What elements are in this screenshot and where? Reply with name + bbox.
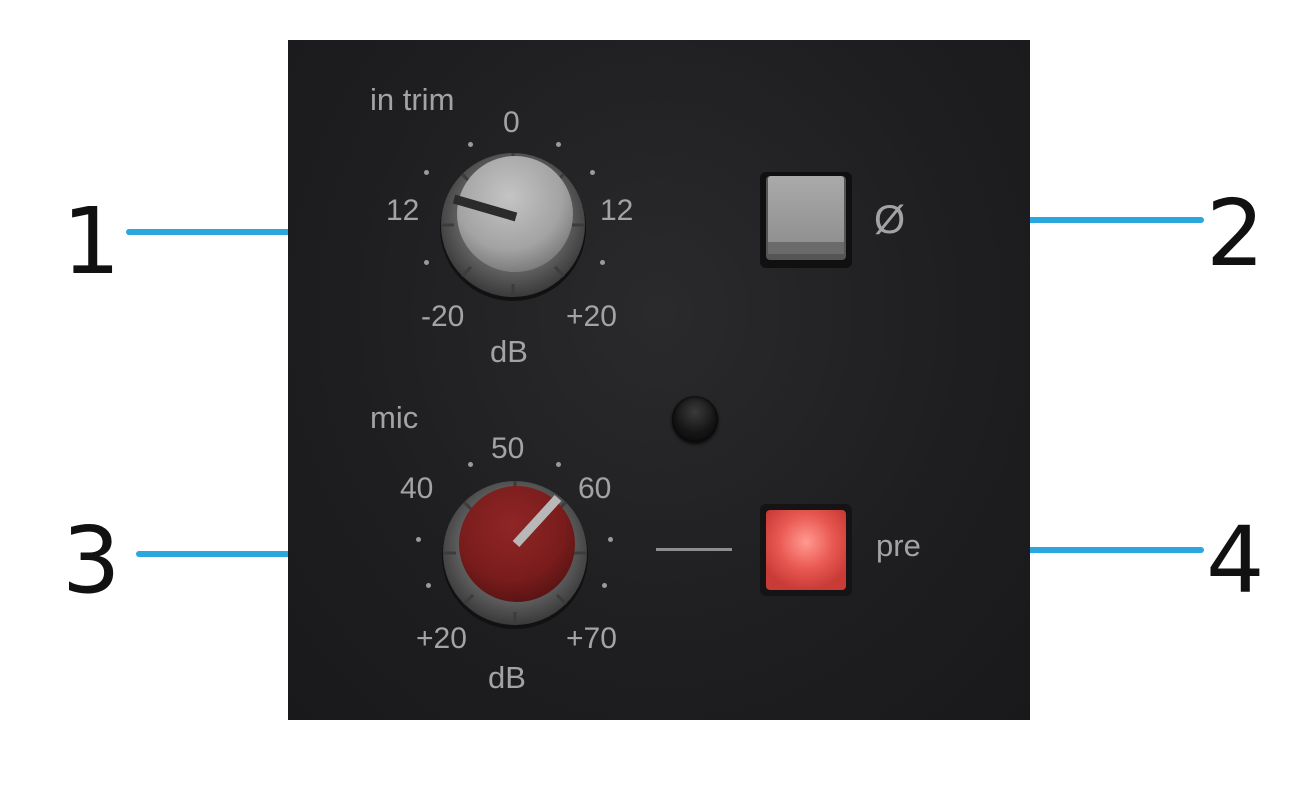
clip-led [672,396,718,442]
callout-number-1: 1 [62,188,121,295]
in-trim-knob[interactable] [436,148,590,302]
mic-tick-dot [426,583,431,588]
callout-number-2: 2 [1206,180,1265,287]
mic-tick-top: 50 [491,432,525,465]
phase-invert-button[interactable] [758,170,854,270]
callout-number-3: 3 [62,507,121,614]
pre-label: pre [876,528,921,563]
in-trim-tick-bottom-left: -20 [421,300,465,333]
mic-tick-dot [556,462,561,467]
in-trim-tick-left: 12 [386,194,420,227]
phase-symbol-label: Ø [874,198,906,242]
in-trim-tick-top: 0 [503,106,520,139]
in-trim-title: in trim [370,82,455,117]
mic-gain-knob[interactable] [438,476,592,630]
preamp-panel: in trim 0 12 12 -20 +20 dB Ø mic 50 40 6… [288,40,1030,720]
pre-button[interactable] [758,502,854,598]
in-trim-tick-dot [424,260,429,265]
mic-tick-upper-left: 40 [400,472,434,505]
mic-title: mic [370,400,419,435]
in-trim-tick-right: 12 [600,194,634,227]
mic-tick-dot [602,583,607,588]
in-trim-tick-dot [424,170,429,175]
pre-connector-line [656,548,732,551]
in-trim-tick-bottom-right: +20 [566,300,617,333]
in-trim-tick-dot [590,170,595,175]
callout-number-4: 4 [1206,507,1265,614]
in-trim-tick-dot [468,142,473,147]
mic-tick-dot [468,462,473,467]
in-trim-tick-dot [600,260,605,265]
mic-tick-dot [608,537,613,542]
mic-unit: dB [488,660,526,695]
in-trim-unit: dB [490,334,528,369]
in-trim-tick-dot [556,142,561,147]
mic-tick-dot [416,537,421,542]
